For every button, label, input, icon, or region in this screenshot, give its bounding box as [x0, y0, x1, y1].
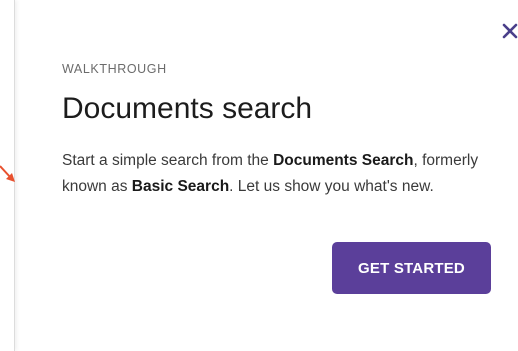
documents-search-term: Documents Search — [273, 152, 414, 169]
walkthrough-description: Start a simple search from the Documents… — [62, 148, 502, 200]
get-started-button[interactable]: GET STARTED — [332, 242, 491, 294]
page-title: Documents search — [62, 92, 313, 125]
pointer-arrow-icon — [0, 165, 15, 182]
description-outro: . Let us show you what's new. — [229, 178, 434, 195]
walkthrough-label: WALKTHROUGH — [62, 62, 167, 76]
description-intro: Start a simple search from the — [62, 152, 274, 169]
close-icon[interactable] — [501, 18, 518, 42]
walkthrough-popover: WALKTHROUGH Documents search Start a sim… — [0, 0, 518, 351]
basic-search-term: Basic Search — [131, 178, 230, 195]
